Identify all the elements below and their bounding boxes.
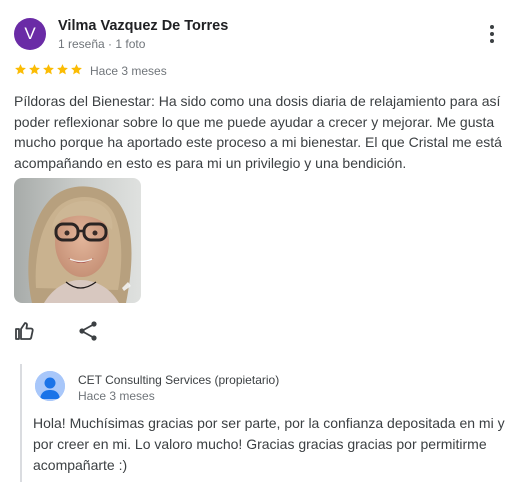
owner-name: CET Consulting Services (propietario) <box>78 373 280 387</box>
review-date: Hace 3 meses <box>90 64 167 78</box>
reviewer-avatar-initial: V <box>24 24 36 43</box>
star-rating <box>14 63 83 76</box>
reviewer-meta: 1 reseña · 1 foto <box>58 37 146 51</box>
reviewer-avatar[interactable]: V <box>14 18 46 50</box>
reviewer-name[interactable]: Vilma Vazquez De Torres <box>58 18 228 34</box>
thumb-up-icon <box>15 322 34 340</box>
more-vert-icon <box>490 25 494 43</box>
star-icon <box>29 64 40 75</box>
star-icon <box>43 64 54 75</box>
star-icon <box>71 64 82 75</box>
review-text: Píldoras del Bienestar: Ha sido como una… <box>14 93 502 171</box>
more-options-button[interactable] <box>480 22 504 46</box>
star-icon <box>57 64 68 75</box>
star-icon <box>15 64 26 75</box>
owner-response: CET Consulting Services (propietario) Ha… <box>20 364 515 482</box>
share-button[interactable] <box>76 319 100 343</box>
owner-avatar <box>35 371 65 401</box>
share-icon <box>79 321 97 341</box>
like-button[interactable] <box>12 319 36 343</box>
review-photo[interactable] <box>14 178 141 303</box>
owner-response-date: Hace 3 meses <box>78 389 155 403</box>
owner-response-text: Hola! Muchísimas gracias por ser parte, … <box>33 415 505 473</box>
